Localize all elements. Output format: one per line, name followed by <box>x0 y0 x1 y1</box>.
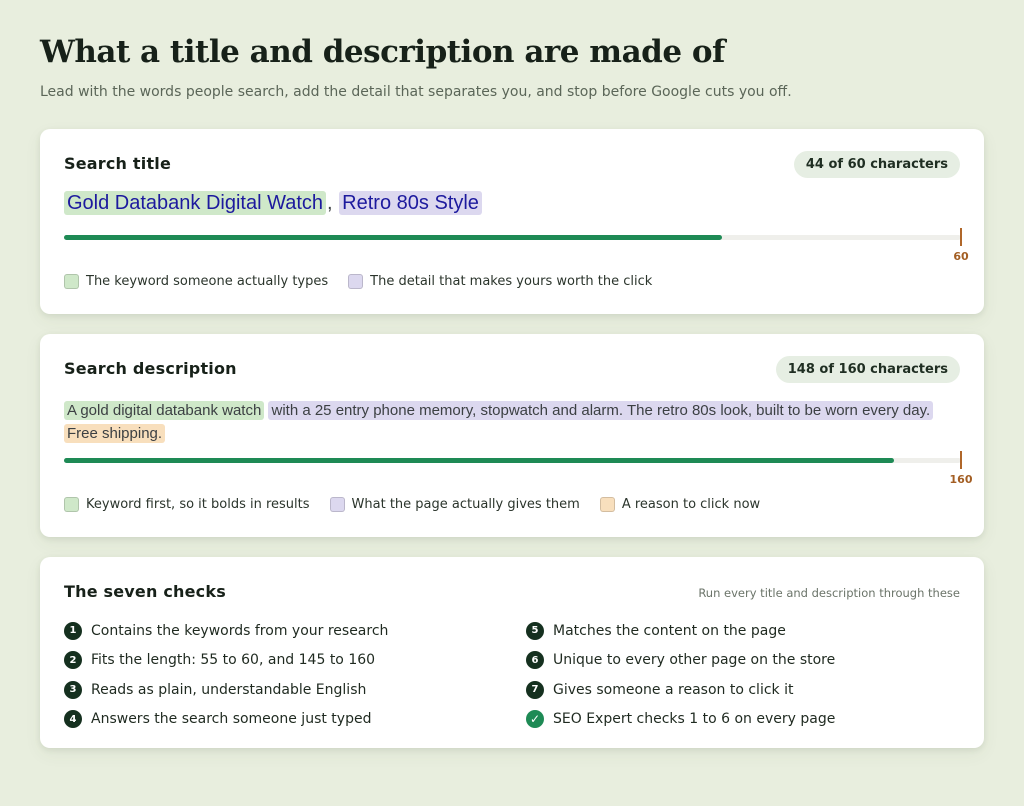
title-limit-marker <box>960 228 962 246</box>
serp-description-preview: A gold digital databank watch with a 25 … <box>64 399 954 445</box>
description-reason-highlight: Free shipping. <box>64 424 166 443</box>
description-length-fill <box>64 458 894 463</box>
checks-column-left: 1 Contains the keywords from your resear… <box>64 616 494 734</box>
legend-label: A reason to click now <box>621 497 761 512</box>
legend-swatch-reason <box>599 497 615 512</box>
check-item: 2 Fits the length: 55 to 60, and 145 to … <box>64 646 494 676</box>
title-keyword-highlight: Gold Databank Digital Watch <box>64 191 327 215</box>
legend-item-keyword: Keyword first, so it bolds in results <box>64 497 310 512</box>
serp-title-preview: Gold Databank Digital Watch, Retro 80s S… <box>64 191 482 215</box>
check-number-badge: 4 <box>64 710 82 729</box>
check-text: Contains the keywords from your research <box>91 622 389 639</box>
legend-swatch-detail <box>348 274 364 289</box>
page-title: What a title and description are made of <box>40 34 725 70</box>
legend-label: The detail that makes yours worth the cl… <box>370 274 653 289</box>
check-item: 7 Gives someone a reason to click it <box>526 675 956 705</box>
search-title-card: Search title 44 of 60 characters Gold Da… <box>40 129 984 314</box>
check-number-badge: 2 <box>64 651 82 670</box>
check-text: Unique to every other page on the store <box>553 652 836 669</box>
check-item: 4 Answers the search someone just typed <box>64 705 494 735</box>
page-subtitle: Lead with the words people search, add t… <box>40 84 792 100</box>
legend-item-detail: What the page actually gives them <box>329 497 580 512</box>
check-number-badge: 3 <box>64 680 82 699</box>
description-detail-highlight: with a 25 entry phone memory, stopwatch … <box>268 401 934 420</box>
description-length-meter <box>64 458 961 463</box>
check-number-badge: 7 <box>526 680 544 699</box>
legend-swatch-keyword <box>64 497 79 512</box>
title-length-fill <box>64 235 722 240</box>
check-text: SEO Expert checks 1 to 6 on every page <box>553 711 836 728</box>
description-legend: Keyword first, so it bolds in results Wh… <box>64 497 760 512</box>
check-number-badge: 1 <box>64 621 82 640</box>
description-limit-marker <box>960 451 962 469</box>
description-keyword-highlight: A gold digital databank watch <box>64 401 265 420</box>
checkmark-icon: ✓ <box>526 710 544 729</box>
legend-swatch-keyword <box>64 274 79 289</box>
legend-label: What the page actually gives them <box>351 497 580 512</box>
legend-item-keyword: The keyword someone actually types <box>64 274 328 289</box>
description-limit-label: 160 <box>949 473 973 486</box>
check-item: 6 Unique to every other page on the stor… <box>526 646 956 676</box>
description-character-count-badge: 148 of 160 characters <box>775 356 960 383</box>
legend-item-detail: The detail that makes yours worth the cl… <box>348 274 652 289</box>
seven-checks-card: The seven checks Run every title and des… <box>40 557 984 748</box>
check-item: 3 Reads as plain, understandable English <box>64 675 494 705</box>
title-length-meter <box>64 235 961 240</box>
check-text: Answers the search someone just typed <box>91 711 372 728</box>
check-text: Gives someone a reason to click it <box>553 681 794 698</box>
title-legend: The keyword someone actually types The d… <box>64 274 652 289</box>
check-number-badge: 5 <box>526 621 544 640</box>
title-detail-highlight: Retro 80s Style <box>339 191 482 215</box>
legend-swatch-detail <box>329 497 345 512</box>
checks-column-right: 5 Matches the content on the page 6 Uniq… <box>526 616 956 734</box>
seven-checks-heading: The seven checks <box>64 582 226 601</box>
check-number-badge: 6 <box>526 651 544 670</box>
seven-checks-note: Run every title and description through … <box>698 586 960 600</box>
title-separator: , <box>327 192 333 214</box>
search-description-card: Search description 148 of 160 characters… <box>40 334 984 537</box>
check-item: 5 Matches the content on the page <box>526 616 956 646</box>
check-item-final: ✓ SEO Expert checks 1 to 6 on every page <box>526 705 956 735</box>
legend-label: Keyword first, so it bolds in results <box>86 497 310 512</box>
legend-item-reason: A reason to click now <box>599 497 761 512</box>
search-description-heading: Search description <box>64 359 237 378</box>
check-text: Reads as plain, understandable English <box>91 681 367 698</box>
title-character-count-badge: 44 of 60 characters <box>793 151 960 178</box>
check-item: 1 Contains the keywords from your resear… <box>64 616 494 646</box>
title-limit-label: 60 <box>953 250 969 263</box>
check-text: Matches the content on the page <box>553 622 786 639</box>
legend-label: The keyword someone actually types <box>86 274 329 289</box>
search-title-heading: Search title <box>64 154 172 173</box>
check-text: Fits the length: 55 to 60, and 145 to 16… <box>91 652 376 669</box>
